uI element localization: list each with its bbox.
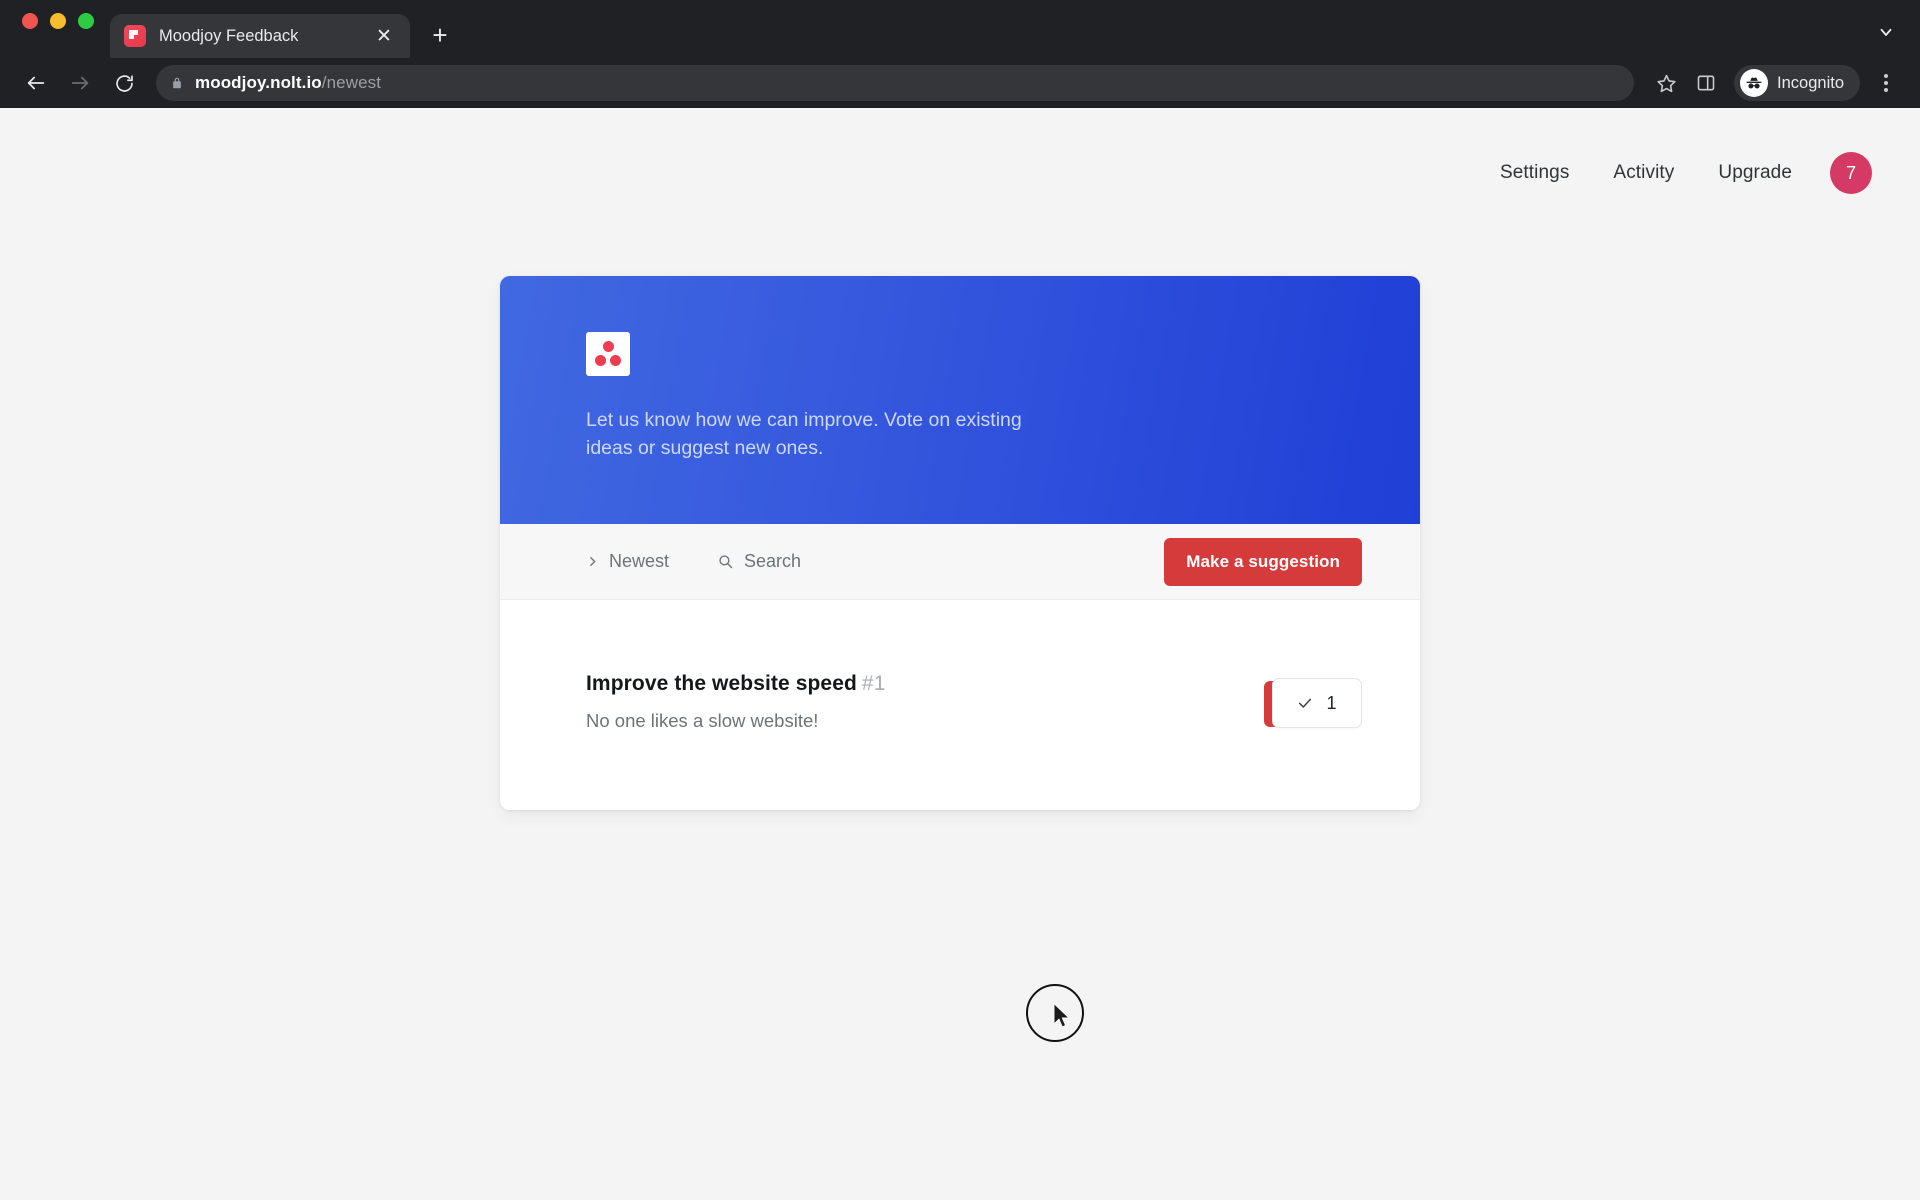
post-number: #1 bbox=[861, 672, 886, 695]
feedback-board: Let us know how we can improve. Vote on … bbox=[500, 276, 1420, 810]
kebab-dot bbox=[1884, 74, 1888, 78]
logo-dot bbox=[610, 355, 621, 366]
mouse-cursor-icon bbox=[1053, 1003, 1071, 1028]
bookmark-button[interactable] bbox=[1648, 65, 1684, 101]
browser-menu-button[interactable] bbox=[1868, 65, 1904, 101]
tab-strip: Moodjoy Feedback ✕ + bbox=[0, 0, 1920, 58]
url-text: moodjoy.nolt.io/newest bbox=[195, 73, 381, 93]
side-panel-icon bbox=[1697, 75, 1715, 91]
url-domain: moodjoy.nolt.io bbox=[195, 73, 322, 92]
vote-count: 1 bbox=[1326, 692, 1337, 713]
search-icon bbox=[717, 553, 734, 570]
lock-icon bbox=[170, 75, 184, 91]
sort-label: Newest bbox=[609, 551, 670, 571]
arrow-left-icon bbox=[27, 76, 45, 90]
nav-item-settings[interactable]: Settings bbox=[1500, 162, 1569, 184]
vote-button[interactable]: 1 bbox=[1272, 678, 1362, 728]
window-controls bbox=[16, 0, 110, 58]
post-description: No one likes a slow website! bbox=[586, 710, 819, 731]
nav-item-upgrade[interactable]: Upgrade bbox=[1718, 162, 1792, 184]
close-tab-button[interactable]: ✕ bbox=[372, 24, 396, 48]
star-icon bbox=[1656, 74, 1676, 92]
logo-dot bbox=[595, 355, 606, 366]
moodjoy-logo bbox=[586, 332, 630, 376]
browser-toolbar: moodjoy.nolt.io/newest Incognito bbox=[0, 58, 1920, 108]
search-button[interactable]: Search bbox=[717, 551, 801, 572]
new-tab-button[interactable]: + bbox=[420, 15, 460, 55]
page-viewport: Settings Activity Upgrade 7 Let us know … bbox=[0, 108, 1920, 1200]
post-list: Improve the website speed #1 No one likes… bbox=[500, 600, 1420, 810]
post-title: Improve the website speed bbox=[586, 672, 857, 695]
kebab-dot bbox=[1884, 88, 1888, 92]
address-bar[interactable]: moodjoy.nolt.io/newest bbox=[156, 65, 1635, 101]
forward-button[interactable] bbox=[60, 63, 100, 103]
vote-control[interactable]: 1 bbox=[1264, 678, 1362, 728]
post-row[interactable]: Improve the website speed #1 No one likes… bbox=[500, 600, 1420, 804]
maximize-window-button[interactable] bbox=[78, 13, 94, 29]
make-suggestion-button[interactable]: Make a suggestion bbox=[1164, 537, 1362, 586]
chevron-right-icon bbox=[586, 555, 599, 568]
tab-search-button[interactable] bbox=[1870, 16, 1902, 48]
reload-button[interactable] bbox=[104, 63, 144, 103]
chevron-down-icon bbox=[1880, 28, 1892, 36]
board-hero: Let us know how we can improve. Vote on … bbox=[500, 276, 1420, 524]
post-content: Improve the website speed #1 No one likes… bbox=[586, 672, 1264, 732]
incognito-icon bbox=[1740, 69, 1769, 97]
avatar[interactable]: 7 bbox=[1830, 152, 1872, 194]
check-icon bbox=[1297, 695, 1313, 711]
board-toolbar: Newest Search Make a suggestion bbox=[500, 524, 1420, 600]
reload-icon bbox=[115, 74, 133, 92]
logo-dot bbox=[602, 341, 614, 352]
minimize-window-button[interactable] bbox=[50, 13, 66, 29]
post-title-line: Improve the website speed #1 bbox=[586, 672, 1264, 696]
back-button[interactable] bbox=[16, 63, 56, 103]
url-path: /newest bbox=[321, 73, 382, 92]
tab-title: Moodjoy Feedback bbox=[159, 26, 299, 45]
site-top-nav: Settings Activity Upgrade 7 bbox=[0, 108, 1920, 200]
incognito-label: Incognito bbox=[1777, 73, 1844, 92]
incognito-indicator[interactable]: Incognito bbox=[1734, 65, 1860, 101]
arrow-right-icon bbox=[71, 76, 89, 90]
nav-item-activity[interactable]: Activity bbox=[1613, 162, 1674, 184]
close-window-button[interactable] bbox=[22, 13, 38, 29]
browser-window: Moodjoy Feedback ✕ + moodjoy.nolt.io/new… bbox=[0, 0, 1920, 1200]
kebab-dot bbox=[1884, 81, 1888, 85]
board-description: Let us know how we can improve. Vote on … bbox=[586, 409, 1022, 460]
side-panel-button[interactable] bbox=[1688, 65, 1724, 101]
browser-tab[interactable]: Moodjoy Feedback ✕ bbox=[110, 14, 410, 58]
search-label: Search bbox=[744, 551, 802, 571]
sort-selector[interactable]: Newest bbox=[586, 551, 669, 572]
moodjoy-favicon bbox=[124, 25, 146, 47]
